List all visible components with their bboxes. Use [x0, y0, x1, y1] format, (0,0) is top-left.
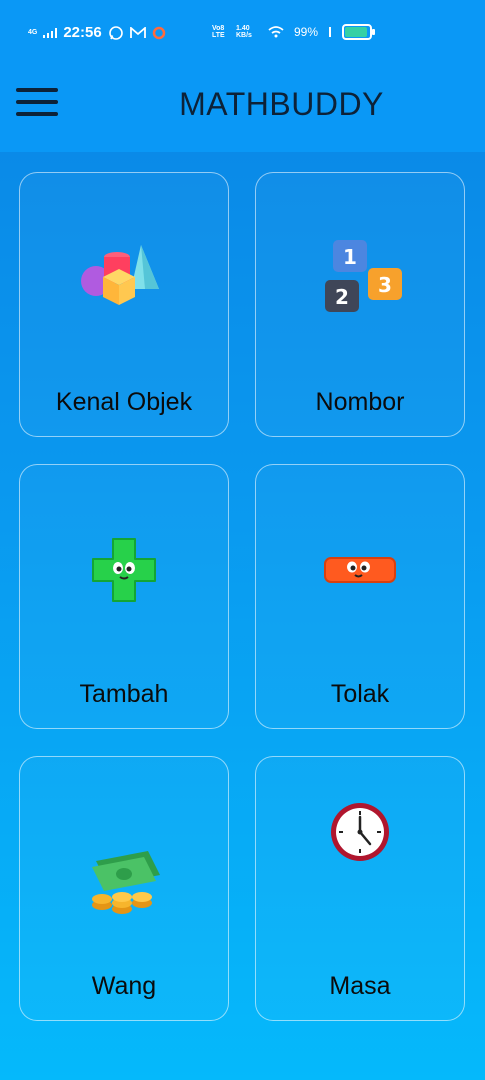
number-blocks-icon: 1 2 3: [256, 223, 464, 333]
app-bar: MATHBUDDY: [0, 72, 485, 136]
battery-percent: 99%: [294, 25, 319, 39]
card-label: Tolak: [330, 680, 390, 708]
money-icon: [20, 829, 228, 939]
card-nombor[interactable]: 1 2 3 Nombor: [255, 172, 465, 437]
card-wang[interactable]: Wang: [19, 756, 229, 1021]
network-speed: 1.40 KB/s: [236, 25, 252, 39]
charging-icon: [329, 27, 332, 37]
card-tambah[interactable]: Tambah: [19, 464, 229, 729]
svg-text:3: 3: [378, 273, 392, 297]
svg-text:1: 1: [343, 245, 357, 269]
signal-icon: [43, 27, 58, 38]
volte-indicator: Vo8 LTE: [212, 25, 225, 39]
battery-icon: [342, 24, 376, 40]
gmail-icon: [129, 26, 146, 38]
card-tolak[interactable]: Tolak: [255, 464, 465, 729]
minus-character-icon: [256, 515, 464, 625]
app-title: MATHBUDDY: [179, 86, 384, 122]
app-notification-icon: [152, 26, 165, 39]
card-label: Tambah: [79, 680, 169, 708]
clock-time: 22:56: [63, 24, 102, 41]
status-bar: 4G 22:56 Vo8 LTE 1.40 KB/s 99%: [0, 20, 485, 46]
card-label: Nombor: [315, 388, 405, 416]
card-label: Wang: [91, 972, 157, 1000]
card-label: Masa: [329, 972, 391, 1000]
clock-icon: [256, 777, 464, 887]
svg-text:2: 2: [335, 285, 349, 309]
wifi-icon: [268, 26, 284, 38]
plus-character-icon: [20, 515, 228, 625]
card-kenal-objek[interactable]: Kenal Objek: [19, 172, 229, 437]
whatsapp-icon: [108, 25, 123, 40]
card-masa[interactable]: Masa: [255, 756, 465, 1021]
card-label: Kenal Objek: [55, 388, 193, 416]
shapes-icon: [20, 223, 228, 333]
network-type: 4G: [28, 29, 38, 36]
